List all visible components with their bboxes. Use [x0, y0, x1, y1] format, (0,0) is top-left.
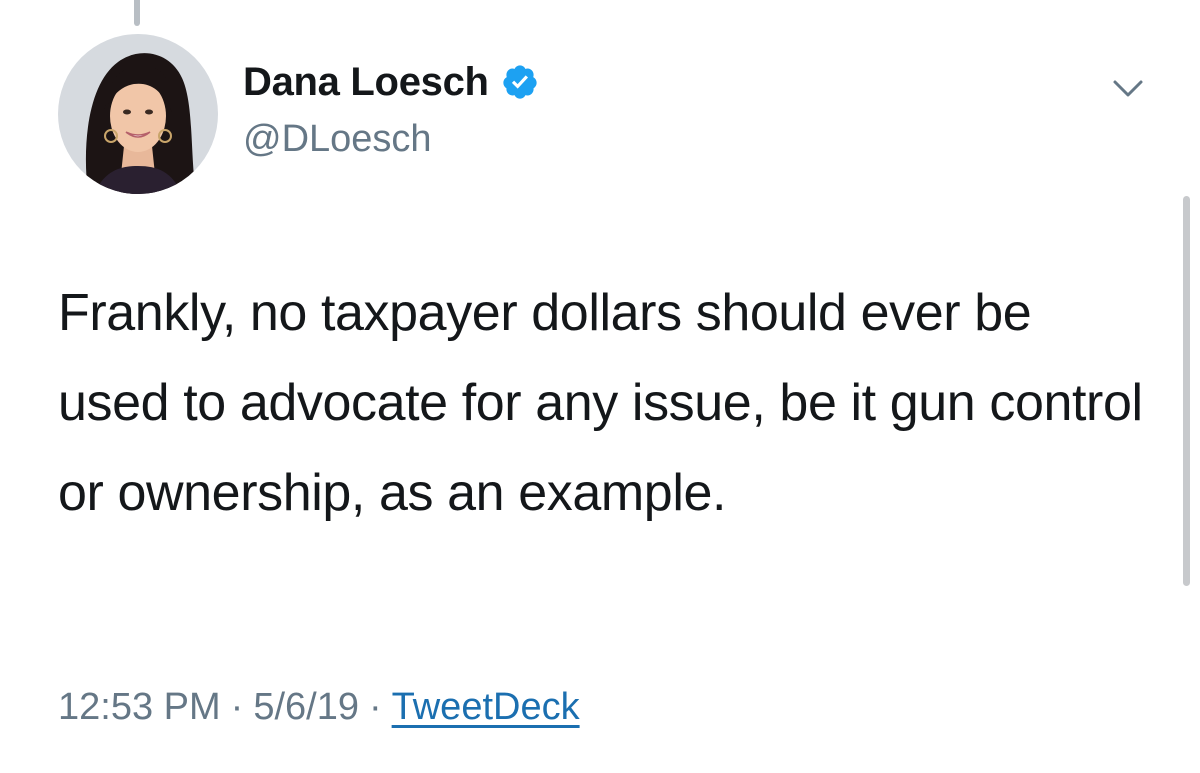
author-name-row: Dana Loesch: [243, 58, 539, 106]
tweet-time[interactable]: 12:53 PM: [58, 686, 221, 728]
tweet-source-link[interactable]: TweetDeck: [392, 686, 580, 728]
verified-badge-icon: [501, 63, 539, 101]
scrollbar[interactable]: [1183, 196, 1190, 586]
author-display-name[interactable]: Dana Loesch: [243, 60, 489, 105]
tweet-date[interactable]: 5/6/19: [253, 686, 359, 728]
profile-photo-icon: [58, 34, 218, 194]
tweet-text: Frankly, no taxpayer dollars should ever…: [58, 284, 1143, 522]
tweet-meta: 12:53 PM · 5/6/19 · TweetDeck: [58, 686, 580, 729]
thread-connector-line: [134, 0, 140, 26]
tweet-author[interactable]: Dana Loesch @DLoesch: [243, 58, 539, 161]
meta-separator: ·: [368, 686, 382, 728]
chevron-down-icon: [1113, 80, 1143, 97]
avatar[interactable]: [58, 34, 218, 194]
author-handle[interactable]: @DLoesch: [243, 118, 539, 161]
tweet-menu-button[interactable]: [1110, 74, 1146, 102]
meta-separator: ·: [230, 686, 244, 728]
